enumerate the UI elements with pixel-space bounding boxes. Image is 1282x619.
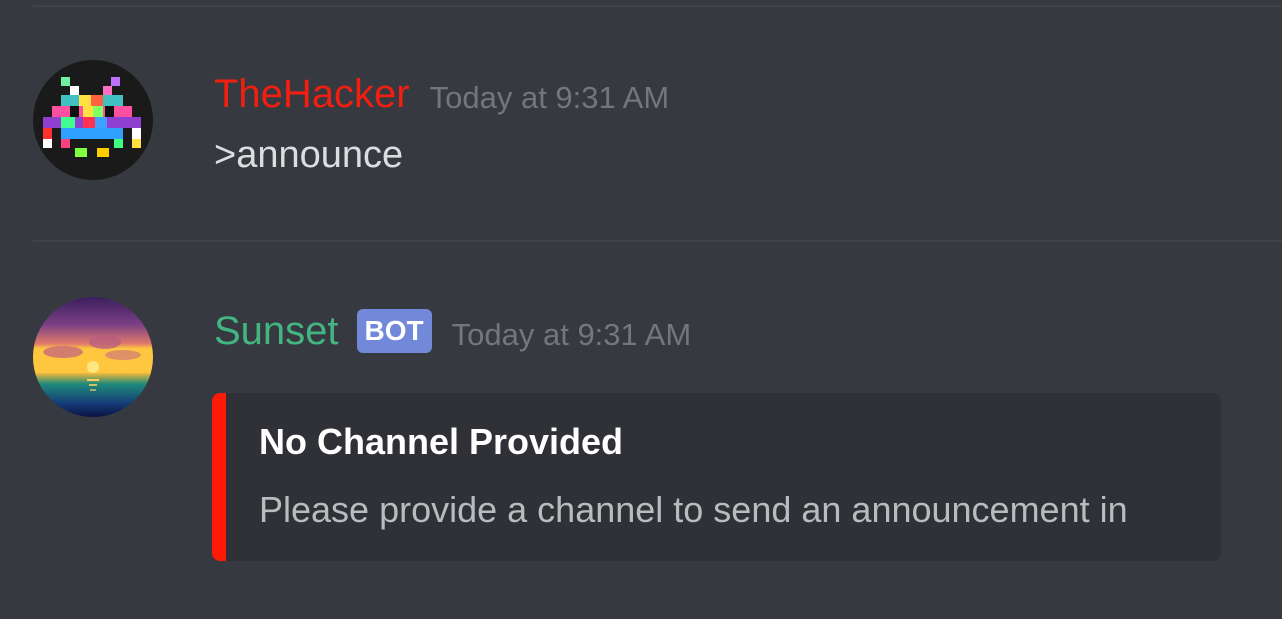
sunset-ocean-icon [33, 297, 153, 417]
timestamp: Today at 9:31 AM [429, 80, 670, 115]
bot-tag-badge: BOT [356, 309, 432, 353]
embed-color-bar [212, 393, 226, 561]
message-header: TheHacker Today at 9:31 AM [214, 66, 669, 122]
space-invader-rainbow-icon [33, 60, 153, 180]
avatar[interactable] [33, 297, 153, 417]
avatar[interactable] [33, 60, 153, 180]
message-divider [33, 5, 1282, 7]
message-header: Sunset BOT Today at 9:31 AM [214, 303, 691, 359]
embed-title: No Channel Provided [259, 421, 624, 462]
username[interactable]: TheHacker [214, 70, 410, 118]
timestamp: Today at 9:31 AM [451, 317, 692, 352]
message-divider [33, 240, 1282, 242]
embed: No Channel Provided Please provide a cha… [212, 393, 1221, 561]
username[interactable]: Sunset [214, 307, 339, 355]
embed-description: Please provide a channel to send an anno… [259, 489, 1128, 530]
chat-log: TheHacker Today at 9:31 AM >announce Sun… [0, 0, 1282, 619]
message-content: >announce [214, 134, 404, 176]
